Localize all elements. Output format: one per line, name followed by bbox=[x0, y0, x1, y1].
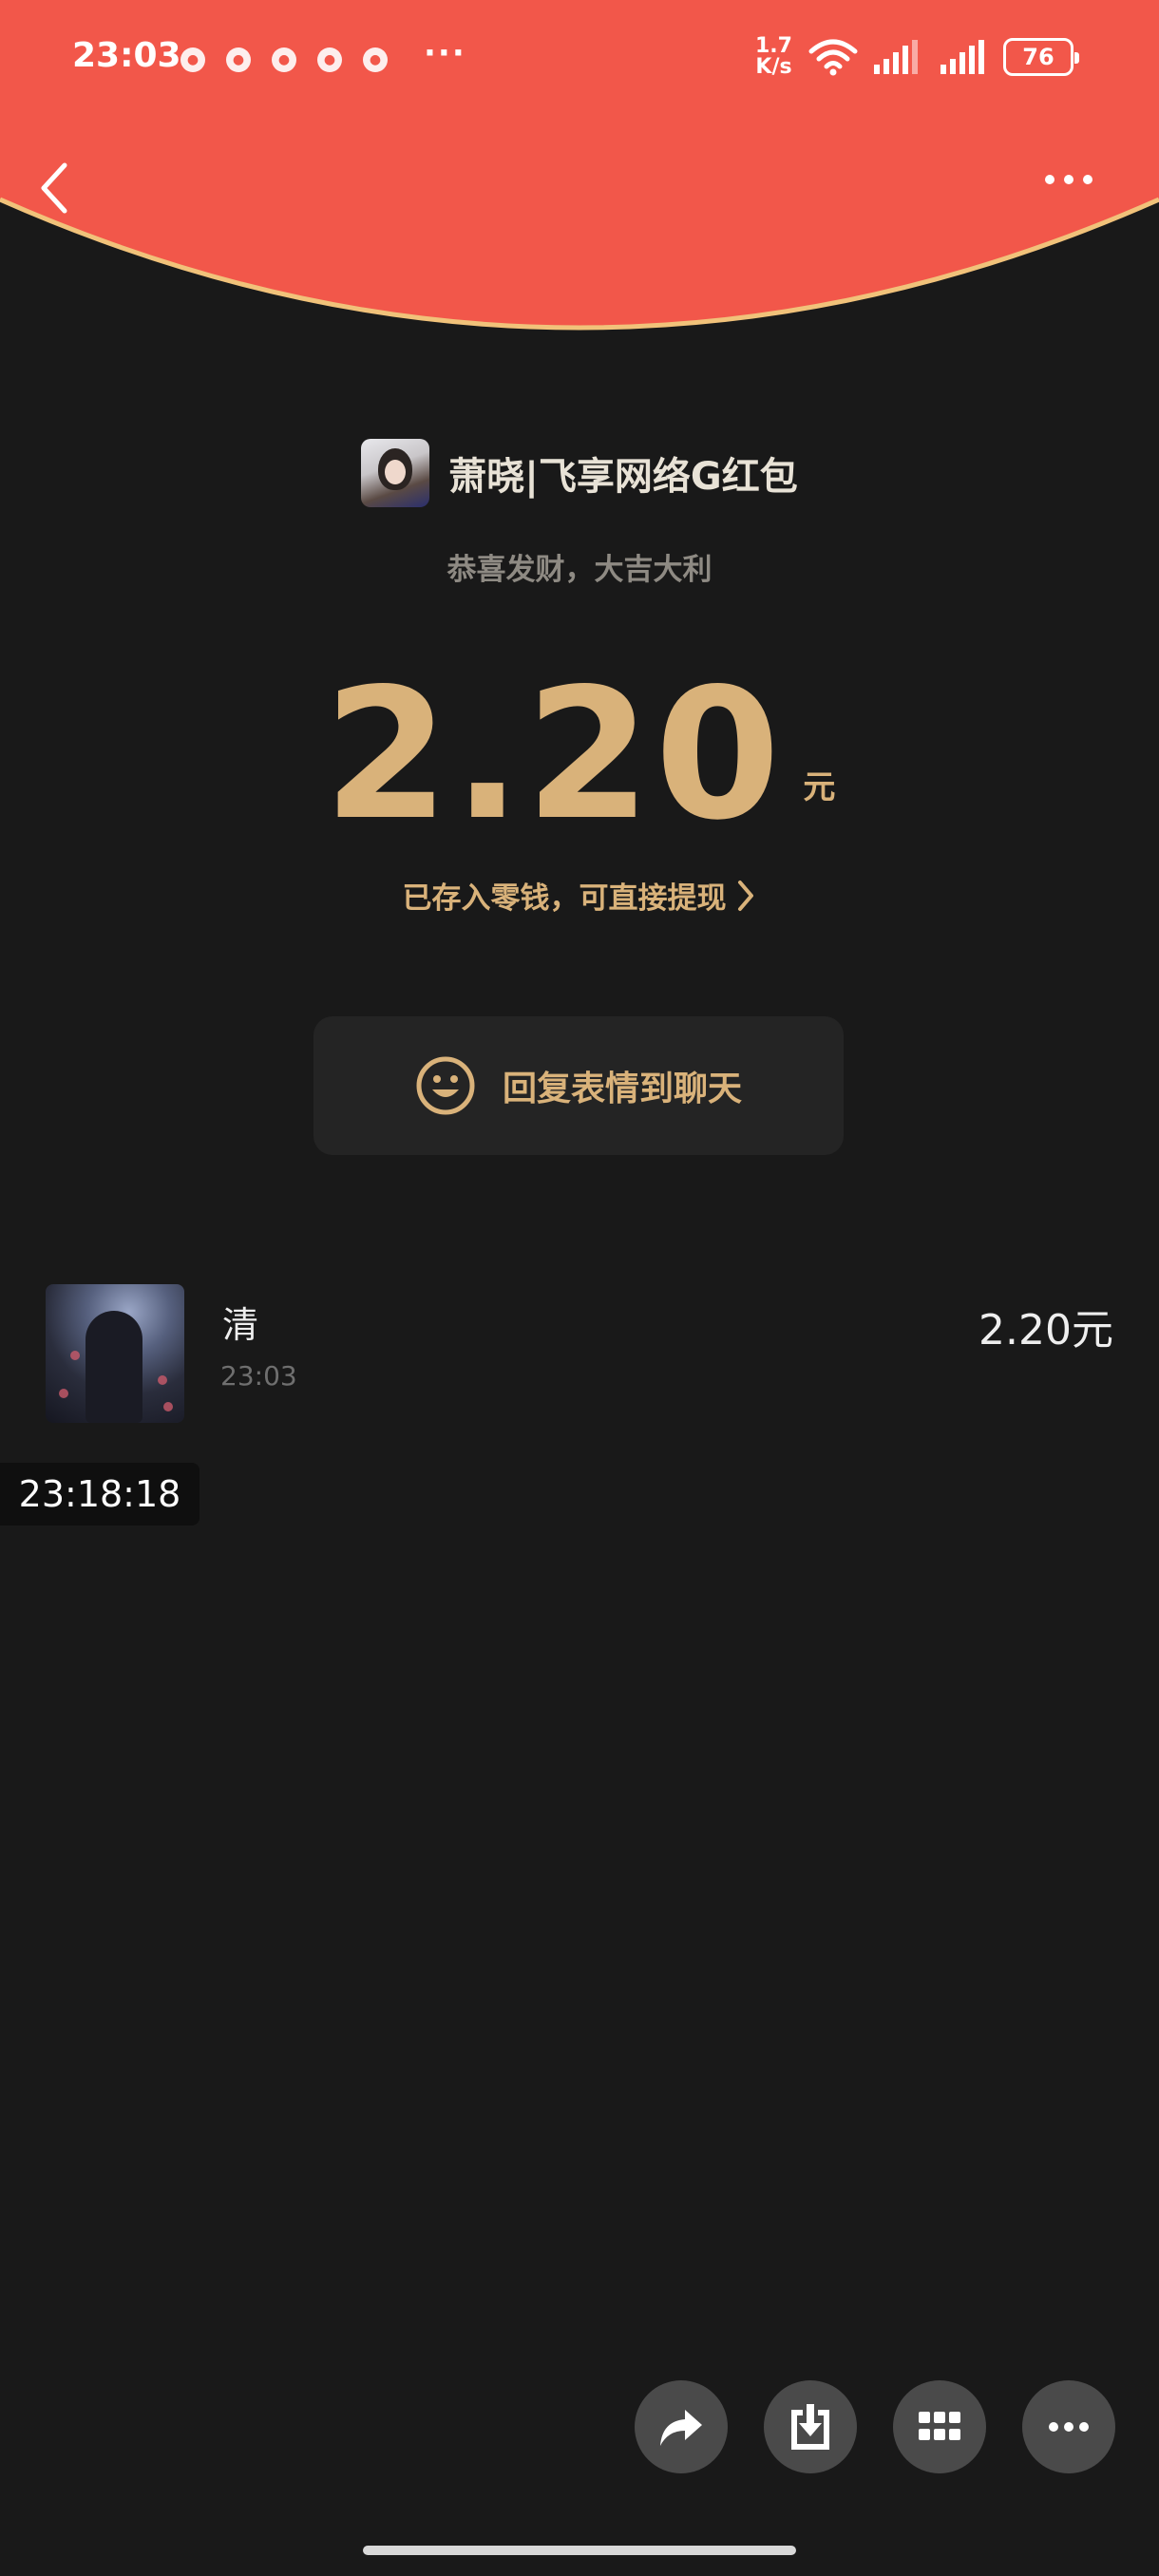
notification-app-icon: ● bbox=[363, 47, 388, 72]
network-speed-unit: K/s bbox=[755, 55, 792, 79]
sender-avatar bbox=[361, 439, 430, 507]
network-speed: 1.7 K/s bbox=[755, 36, 792, 78]
recipient-time: 23:03 bbox=[220, 1360, 297, 1392]
recipient-avatar bbox=[46, 1284, 184, 1423]
sender-info: 萧晓|飞享网络G红包 bbox=[0, 439, 1159, 507]
blessing-text: 恭喜发财，大吉大利 bbox=[446, 553, 712, 587]
download-button[interactable] bbox=[764, 2380, 857, 2473]
battery-indicator: 76 bbox=[1003, 38, 1079, 76]
amount-display: 2.20 元 bbox=[0, 665, 1159, 845]
ellipsis-icon bbox=[1049, 2422, 1089, 2432]
cell-signal-icon bbox=[940, 40, 984, 74]
share-button[interactable] bbox=[635, 2380, 728, 2473]
bottom-actions bbox=[635, 2380, 1115, 2473]
chevron-right-icon bbox=[737, 880, 753, 911]
sender-name: 萧晓|飞享网络G红包 bbox=[448, 455, 798, 499]
notification-app-icon: ● bbox=[272, 47, 296, 72]
smiley-icon bbox=[416, 1056, 475, 1115]
deposit-note-link[interactable]: 已存入零钱，可直接提现 bbox=[0, 874, 1159, 917]
amount-unit: 元 bbox=[803, 768, 836, 806]
network-speed-value: 1.7 bbox=[755, 34, 792, 58]
deposit-note-text: 已存入零钱，可直接提现 bbox=[402, 881, 727, 916]
notification-more-icon: ··· bbox=[424, 34, 466, 72]
notification-app-icon: ● bbox=[226, 47, 251, 72]
notification-app-icon: ● bbox=[317, 47, 342, 72]
notification-app-icon: ● bbox=[180, 47, 205, 72]
reply-emoji-button[interactable]: 回复表情到聊天 bbox=[314, 1016, 844, 1155]
share-icon bbox=[660, 2410, 702, 2446]
status-time: 23:03 bbox=[72, 36, 181, 75]
download-icon bbox=[791, 2404, 829, 2450]
amount-value: 2.20 bbox=[323, 650, 785, 860]
notification-icons: ● ● ● ● ● bbox=[180, 47, 388, 72]
more-options-icon[interactable] bbox=[1045, 175, 1092, 184]
red-packet-detail-page: 23:03 ● ● ● ● ● ··· 1.7 K/s 76 萧晓|飞享网络G红… bbox=[0, 0, 1159, 2576]
back-icon[interactable] bbox=[36, 160, 74, 217]
recipient-amount: 2.20元 bbox=[978, 1306, 1113, 1354]
reply-button-label: 回复表情到聊天 bbox=[502, 1070, 742, 1108]
battery-level: 76 bbox=[1022, 44, 1054, 70]
wifi-icon bbox=[808, 39, 858, 76]
more-actions-button[interactable] bbox=[1022, 2380, 1115, 2473]
overlay-timestamp: 23:18:18 bbox=[0, 1463, 200, 1525]
recipient-name: 清 bbox=[222, 1304, 259, 1346]
status-bar: 23:03 ● ● ● ● ● ··· 1.7 K/s 76 bbox=[0, 0, 1159, 114]
home-indicator[interactable] bbox=[363, 2546, 796, 2555]
grid-icon bbox=[919, 2412, 960, 2440]
recipient-record[interactable]: 清 23:03 2.20元 bbox=[46, 1284, 1113, 1425]
cell-signal-icon bbox=[874, 40, 918, 74]
grid-button[interactable] bbox=[893, 2380, 986, 2473]
